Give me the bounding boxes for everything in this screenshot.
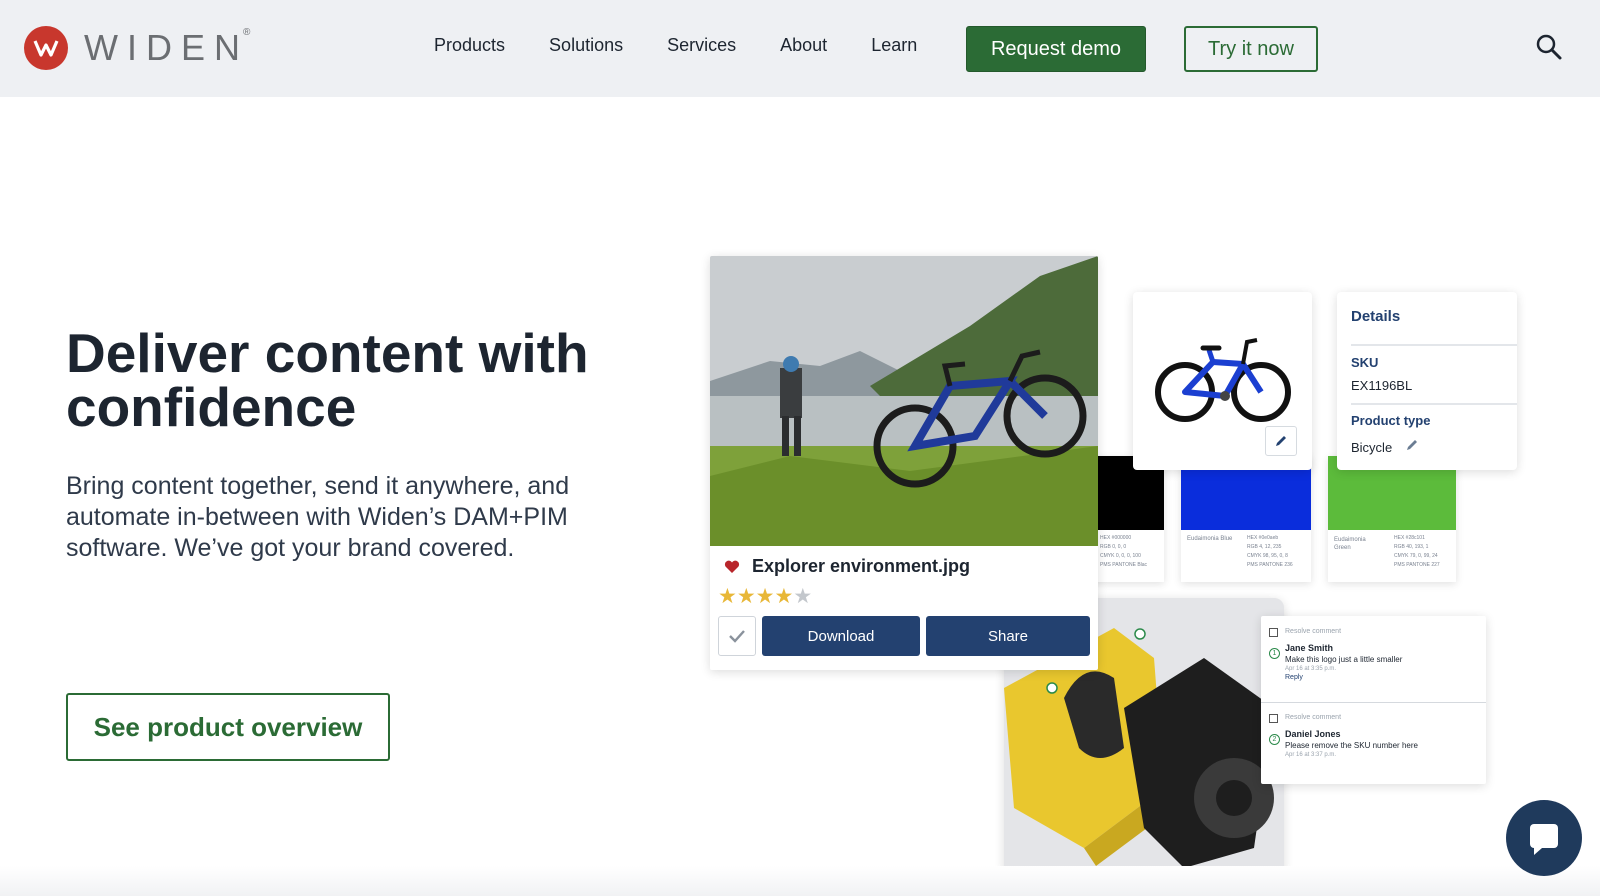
product-type-label: Product type [1351, 413, 1431, 428]
comment-text: Make this logo just a little smaller [1285, 655, 1403, 664]
star-icon[interactable]: ★ [718, 586, 737, 608]
top-nav: WIDEN ® Products Solutions Services Abou… [0, 0, 1600, 97]
logo-wordmark: WIDEN [84, 27, 249, 68]
comment-date: Apr 16 at 3:35 p.m. [1285, 666, 1337, 672]
resolve-label: Resolve comment [1285, 628, 1342, 635]
comment-pin-icon: 2 [1269, 734, 1280, 745]
comment-text: Please remove the SKU number here [1285, 741, 1418, 750]
sku-label: SKU [1351, 355, 1379, 370]
comment-author: Daniel Jones [1285, 729, 1341, 739]
select-checkbox[interactable] [718, 616, 756, 656]
resolve-checkbox[interactable] [1269, 714, 1278, 723]
swatch-values: HEX #000000 RGB 0, 0, 0 CMYK 0, 0, 0, 10… [1100, 535, 1148, 568]
pencil-icon [1276, 436, 1286, 446]
divider [1351, 403, 1517, 405]
pencil-icon[interactable] [1405, 438, 1419, 452]
details-title: Details [1351, 308, 1401, 325]
details-card: Details SKU EX1196BL Product type Bicycl… [1337, 292, 1517, 470]
reply-link[interactable]: Reply [1285, 674, 1479, 681]
download-button[interactable]: Download [762, 616, 920, 656]
asset-card: Explorer environment.jpg ★ ★ ★ ★ ★ Downl… [710, 256, 1098, 670]
nav-services[interactable]: Services [667, 35, 736, 56]
request-demo-button[interactable]: Request demo [966, 26, 1146, 72]
main-menu: Products Solutions Services About Learn [434, 35, 961, 56]
color-swatch-blue: Eudaimonia Blue HEX #0e0aeb RGB 4, 12, 2… [1181, 456, 1311, 582]
resolve-label: Resolve comment [1285, 714, 1342, 721]
comment-date: Apr 16 at 3:37 p.m. [1285, 752, 1337, 758]
hero-title: Deliver content with confidence [66, 322, 589, 438]
chat-icon[interactable] [1506, 800, 1582, 876]
nav-solutions[interactable]: Solutions [549, 35, 623, 56]
nav-about[interactable]: About [780, 35, 827, 56]
resolve-checkbox[interactable] [1269, 628, 1278, 637]
color-swatch-green: Eudaimonia Green HEX #28c101 RGB 40, 193… [1328, 456, 1456, 582]
share-button[interactable]: Share [926, 616, 1090, 656]
divider [1351, 344, 1517, 346]
try-it-now-button[interactable]: Try it now [1184, 26, 1318, 72]
swatch-values: HEX #28c101 RGB 40, 193, 1 CMYK 79, 0, 9… [1394, 535, 1440, 568]
product-image-card [1133, 292, 1312, 470]
star-icon[interactable]: ★ [774, 586, 793, 608]
star-icon[interactable]: ★ [737, 586, 756, 608]
product-type-value: Bicycle [1351, 440, 1393, 455]
widen-logo[interactable]: WIDEN ® [24, 26, 250, 70]
widen-logo-icon [24, 26, 68, 70]
comment-author: Jane Smith [1285, 643, 1334, 653]
swatch-values: HEX #0e0aeb RGB 4, 12, 235 CMYK 98, 95, … [1247, 535, 1293, 568]
sku-value: EX1196BL [1351, 378, 1413, 393]
star-icon[interactable]: ★ [793, 586, 812, 608]
comments-panel: Resolve comment 1 Jane Smith Make this l… [1261, 616, 1486, 784]
comment-item: Resolve comment 1 Jane Smith Make this l… [1269, 628, 1479, 681]
file-name: Explorer environment.jpg [752, 556, 971, 576]
registered-mark: ® [243, 26, 251, 38]
bottom-fade [0, 866, 1600, 896]
search-icon[interactable] [1534, 32, 1564, 62]
swatch-name: Eudaimonia Blue [1187, 536, 1233, 542]
file-row: Explorer environment.jpg [724, 556, 970, 577]
star-rating[interactable]: ★ ★ ★ ★ ★ [718, 586, 812, 608]
divider [1261, 702, 1486, 703]
hero-subtitle: Bring content together, send it anywhere… [66, 472, 570, 562]
comment-item: Resolve comment 2 Daniel Jones Please re… [1269, 714, 1479, 758]
comment-pin-icon: 1 [1269, 648, 1280, 659]
heart-icon[interactable] [724, 560, 740, 574]
swatch-name: Eudaimonia Green [1334, 537, 1366, 551]
check-icon [729, 630, 745, 643]
nav-learn[interactable]: Learn [871, 35, 917, 56]
edit-image-button[interactable] [1265, 426, 1297, 456]
star-icon[interactable]: ★ [756, 586, 775, 608]
see-product-overview-button[interactable]: See product overview [66, 693, 390, 761]
nav-products[interactable]: Products [434, 35, 505, 56]
asset-photo[interactable] [710, 256, 1098, 546]
